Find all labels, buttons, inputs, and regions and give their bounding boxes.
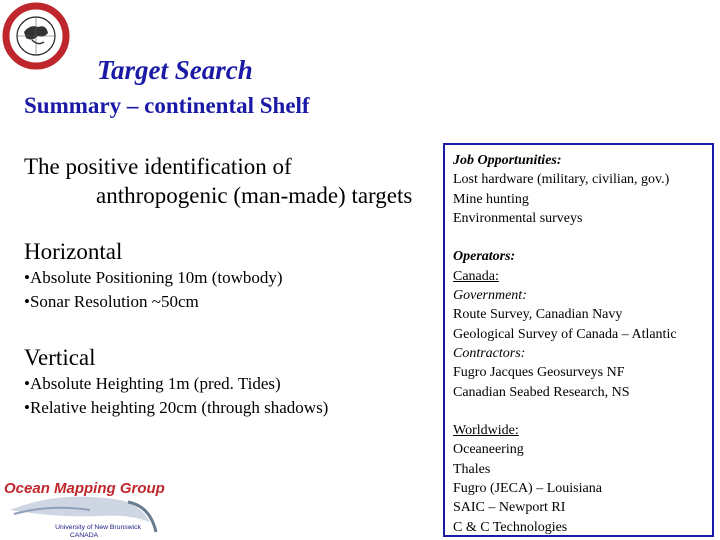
contractor-item: Canadian Seabed Research, NS — [453, 384, 630, 400]
ocean-mapping-group-name: Ocean Mapping Group — [4, 480, 165, 497]
vertical-bullet: •Absolute Heighting 1m (pred. Tides) — [24, 374, 281, 393]
government-item: Geological Survey of Canada – Atlantic — [453, 326, 677, 342]
canada-label: Canada: — [453, 268, 499, 284]
worldwide-item: Fugro (JECA) – Louisiana — [453, 481, 602, 497]
slide-title: Target Search — [97, 55, 253, 85]
horizontal-heading: Horizontal — [24, 239, 123, 264]
government-label: Government: — [453, 288, 527, 304]
intro-line-2: anthropogenic (man-made) targets — [96, 183, 413, 208]
intro-line-1: The positive identification of — [24, 154, 292, 179]
university-country: CANADA — [70, 532, 99, 539]
worldwide-item: Thales — [453, 461, 491, 477]
worldwide-item: SAIC – Newport RI — [453, 500, 566, 516]
job-item: Environmental surveys — [453, 210, 583, 226]
university-name: University of New Brunswick — [55, 524, 141, 531]
worldwide-label: Worldwide: — [453, 423, 519, 439]
contractor-item: Fugro Jacques Geosurveys NF — [453, 365, 625, 381]
job-opportunities-heading: Job Opportunities: — [453, 153, 562, 168]
department-seal-logo: UNB — [2, 2, 70, 70]
job-item: Mine hunting — [453, 191, 529, 207]
worldwide-item: C & C Technologies — [453, 519, 568, 535]
operators-heading: Operators: — [453, 249, 516, 265]
vertical-bullet: •Relative heighting 20cm (through shadow… — [24, 398, 329, 417]
slide-subtitle: Summary – continental Shelf — [24, 93, 310, 118]
job-item: Lost hardware (military, civilian, gov.) — [453, 172, 670, 188]
government-item: Route Survey, Canadian Navy — [453, 307, 623, 323]
vertical-heading: Vertical — [24, 345, 96, 370]
seal-center-text: UNB — [31, 58, 42, 64]
worldwide-item: Oceaneering — [453, 442, 524, 458]
horizontal-bullet: •Sonar Resolution ~50cm — [24, 292, 199, 311]
horizontal-bullet: •Absolute Positioning 10m (towbody) — [24, 268, 283, 287]
opportunities-box: Job Opportunities: Lost hardware (milita… — [443, 143, 714, 537]
contractors-label: Contractors: — [453, 345, 526, 361]
